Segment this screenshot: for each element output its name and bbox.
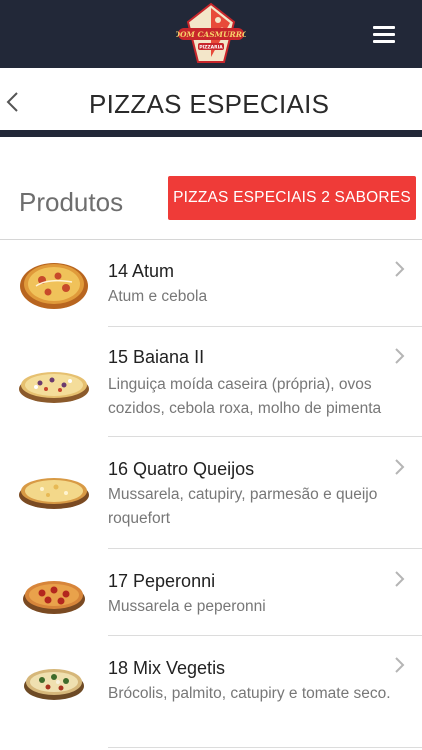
logo-title-text: DOM CASMURRO <box>176 30 246 39</box>
chevron-right-icon <box>395 348 405 364</box>
list-item[interactable]: 18 Mix Vegetis Brócolis, palmito, catupi… <box>0 636 422 748</box>
product-description: Brócolis, palmito, catupiry e tomate sec… <box>108 685 391 702</box>
chevron-right-icon <box>395 657 405 673</box>
page-title: PIZZAS ESPECIAIS <box>89 89 330 119</box>
pizza-thumbnail <box>20 263 88 309</box>
chevron-right-icon <box>395 459 405 475</box>
product-description: Atum e cebola <box>108 288 208 305</box>
title-underline <box>0 130 422 137</box>
list-item[interactable]: 15 Baiana II Linguiça moída caseira (pró… <box>0 327 422 437</box>
top-navbar: DOM CASMURRO PIZZARIA <box>0 0 422 68</box>
pizza-thumbnail <box>24 669 84 700</box>
list-item[interactable]: 16 Quatro Queijos Mussarela, catupiry, p… <box>0 437 422 549</box>
list-item[interactable]: 17 Peperonni Mussarela e peperonni <box>0 549 422 636</box>
product-name: 16 Quatro Queijos <box>108 459 255 479</box>
pizzeria-logo[interactable]: DOM CASMURRO PIZZARIA <box>176 2 246 64</box>
pizza-thumbnail <box>19 372 89 403</box>
section-label: Produtos <box>19 187 124 217</box>
chevron-right-icon <box>395 571 405 587</box>
product-description-line: Linguiça moída caseira (própria), ovos c… <box>108 376 382 417</box>
product-name: 15 Baiana II <box>108 347 205 367</box>
product-name: 17 Peperonni <box>108 571 216 591</box>
hamburger-menu-icon[interactable] <box>368 20 400 48</box>
product-description: Mussarela, catupiry, parmesão e queijo r… <box>108 486 378 527</box>
logo-subtitle-text: PIZZARIA <box>199 45 223 51</box>
pizza-thumbnail <box>23 581 85 614</box>
product-name: 18 Mix Vegetis <box>108 658 226 678</box>
product-name: 14 Atum <box>108 261 175 281</box>
chevron-right-icon <box>395 261 405 277</box>
product-description: Mussarela e peperonni <box>108 598 266 615</box>
pizza-thumbnail <box>19 478 89 509</box>
list-item[interactable]: 14 Atum Atum e cebola <box>0 240 422 327</box>
list-divider <box>108 747 422 748</box>
product-description: Linguiça moída caseira (própria), ovos c… <box>108 373 398 421</box>
chevron-left-icon[interactable] <box>2 90 24 114</box>
two-flavor-pizza-button[interactable]: PIZZAS ESPECIAIS 2 SABORES <box>168 176 416 220</box>
